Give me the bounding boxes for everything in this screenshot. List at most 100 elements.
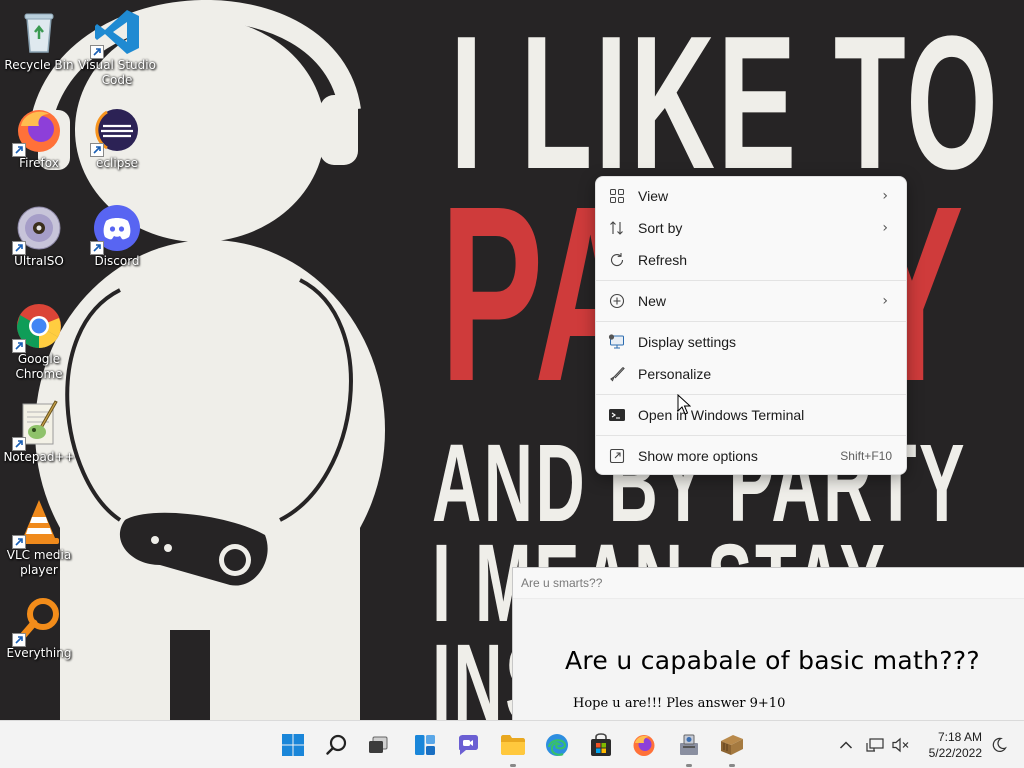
menu-item-sort-by[interactable]: Sort by › — [600, 214, 902, 242]
desktop-icon-firefox[interactable]: Firefox — [0, 106, 78, 171]
popup-subtext: Hope u are!!! Ples answer 9+10 — [573, 696, 786, 711]
mouse-pointer-icon — [677, 394, 691, 415]
edge-button[interactable] — [541, 729, 573, 761]
menu-item-personalize[interactable]: Personalize — [600, 360, 902, 388]
chat-button[interactable] — [452, 729, 484, 761]
focus-assist-button[interactable] — [988, 729, 1010, 761]
desktop-icon-label: Google Chrome — [15, 352, 63, 381]
menu-item-label: View — [638, 188, 669, 204]
shortcut-arrow-icon — [12, 339, 26, 353]
widgets-button[interactable] — [409, 729, 441, 761]
display-icon — [608, 334, 624, 349]
app2-taskbar-button[interactable] — [716, 729, 748, 767]
store-icon — [591, 733, 611, 756]
shortcut-arrow-icon — [12, 535, 26, 549]
popup-titlebar[interactable]: Are u smarts?? — [513, 568, 1024, 599]
desktop-icon-label: Visual Studio Code — [78, 58, 156, 87]
menu-item-label: New — [638, 293, 667, 309]
app2-icon — [721, 735, 743, 755]
store-button[interactable] — [585, 729, 617, 761]
firefox-taskbar-button[interactable] — [628, 729, 660, 761]
menu-separator — [596, 435, 906, 436]
desktop-icon-vlc[interactable]: VLC media player — [0, 498, 78, 578]
menu-item-label: Refresh — [638, 252, 688, 268]
menu-item-label: Display settings — [638, 334, 737, 350]
shortcut-arrow-icon — [12, 633, 26, 647]
search-button[interactable] — [321, 729, 353, 761]
menu-item-refresh[interactable]: Refresh — [600, 246, 902, 274]
desktop-icon-discord[interactable]: Discord — [78, 204, 156, 269]
start-button[interactable] — [277, 729, 309, 761]
app-icon — [680, 734, 698, 755]
shortcut-arrow-icon — [12, 143, 26, 157]
menu-item-label: Show more options — [638, 448, 758, 464]
desktop-icon-vscode[interactable]: Visual Studio Code — [78, 8, 156, 88]
shortcut-arrow-icon — [90, 241, 104, 255]
desktop-icon-recycle-bin[interactable]: Recycle Bin — [0, 8, 78, 73]
menu-item-shortcut: Shift+F10 — [840, 449, 892, 463]
volume-muted-icon — [892, 737, 909, 753]
view-grid-icon — [610, 189, 624, 203]
chevron-right-icon: › — [882, 293, 888, 309]
menu-item-show-more-options[interactable]: Show more options Shift+F10 — [600, 442, 902, 470]
running-indicator — [510, 764, 516, 767]
running-indicator — [686, 764, 692, 767]
new-plus-icon — [609, 293, 625, 309]
menu-item-open-terminal[interactable]: Open in Windows Terminal — [600, 401, 902, 429]
desktop-icon-label: Recycle Bin — [4, 58, 74, 72]
desktop-icon-label: UltraISO — [14, 254, 64, 268]
desktop-icon-label: eclipse — [96, 156, 138, 170]
clock-time: 7:18 AM — [937, 730, 982, 744]
recycle-bin-icon — [24, 13, 54, 53]
desktop-icon-label: VLC media player — [6, 548, 72, 577]
task-view-button[interactable] — [362, 729, 394, 761]
menu-separator — [596, 321, 906, 322]
menu-separator — [596, 280, 906, 281]
shortcut-arrow-icon — [12, 437, 26, 451]
menu-item-view[interactable]: View › — [600, 182, 902, 210]
menu-item-new[interactable]: New › — [600, 287, 902, 315]
desktop-icon-label: Firefox — [19, 156, 59, 170]
desktop-icon-everything[interactable]: Everything — [0, 596, 78, 661]
edge-icon — [546, 734, 568, 756]
quiz-popup-window: Are u smarts?? Are u capabale of basic m… — [512, 567, 1024, 720]
menu-item-label: Sort by — [638, 220, 683, 236]
file-explorer-icon — [501, 735, 525, 755]
refresh-icon — [610, 253, 624, 267]
popup-heading: Are u capabale of basic math??? — [565, 646, 980, 675]
app-taskbar-button[interactable] — [673, 729, 705, 767]
firefox-icon — [633, 735, 655, 756]
desktop-icon-label: Discord — [94, 254, 140, 268]
brush-icon — [610, 367, 625, 382]
taskbar-clock[interactable]: 7:18 AM 5/22/2022 — [929, 729, 982, 761]
menu-item-display-settings[interactable]: Display settings — [600, 328, 902, 356]
desktop-icon-ultraiso[interactable]: UltraISO — [0, 204, 78, 269]
show-hidden-icons-button[interactable] — [834, 729, 858, 761]
shortcut-arrow-icon — [90, 45, 104, 59]
network-icon — [866, 738, 884, 752]
desktop-icon-label: Everything — [6, 646, 72, 660]
terminal-icon — [609, 409, 625, 421]
popup-title: Are u smarts?? — [521, 576, 603, 590]
desktop-icon-label: Notepad++ — [3, 450, 75, 464]
menu-separator — [596, 394, 906, 395]
shortcut-arrow-icon — [12, 241, 26, 255]
network-tray-button[interactable] — [864, 729, 886, 761]
chevron-right-icon: › — [882, 220, 888, 236]
file-explorer-button[interactable] — [497, 729, 529, 767]
search-icon — [326, 734, 347, 755]
menu-item-label: Personalize — [638, 366, 712, 382]
chevron-right-icon: › — [882, 188, 888, 204]
widgets-icon — [415, 735, 435, 755]
desktop-context-menu: View › Sort by › Refresh New › Display s… — [595, 176, 907, 475]
desktop-icon-eclipse[interactable]: eclipse — [78, 106, 156, 171]
task-view-icon — [369, 736, 388, 753]
start-icon — [282, 734, 304, 756]
desktop-icon-notepadpp[interactable]: Notepad++ — [0, 400, 78, 465]
chat-icon — [459, 735, 478, 755]
taskbar: 7:18 AM 5/22/2022 — [0, 720, 1024, 768]
sort-icon — [610, 221, 623, 235]
desktop-icon-chrome[interactable]: Google Chrome — [0, 302, 78, 382]
clock-date: 5/22/2022 — [928, 746, 982, 760]
volume-tray-button[interactable] — [890, 729, 912, 761]
